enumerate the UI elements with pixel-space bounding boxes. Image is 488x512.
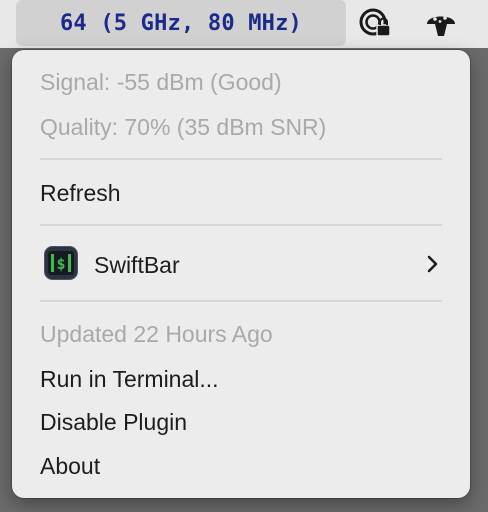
signal-info: Signal: -55 dBm (Good) — [40, 69, 282, 95]
chevron-right-icon — [427, 255, 438, 273]
swiftbar-submenu-item[interactable]: SwiftBar — [94, 250, 180, 280]
refresh-menu-item[interactable]: Refresh — [40, 178, 121, 208]
swiftbar-app-icon: $ — [44, 246, 78, 280]
mushroom-icon[interactable] — [424, 6, 458, 40]
menu-separator — [40, 300, 442, 302]
updated-info: Updated 22 Hours Ago — [40, 321, 273, 347]
swiftbar-submenu-label: SwiftBar — [94, 252, 180, 278]
menu-bar: 64 (5 GHz, 80 MHz) — [0, 0, 488, 48]
quality-info: Quality: 70% (35 dBm SNR) — [40, 114, 327, 140]
menu-separator — [40, 158, 442, 160]
privacy-lock-icon[interactable] — [358, 6, 392, 40]
svg-text:$: $ — [56, 255, 65, 273]
wifi-status-text: 64 (5 GHz, 80 MHz) — [59, 10, 302, 36]
run-in-terminal-menu-item[interactable]: Run in Terminal... — [40, 364, 219, 394]
plugin-dropdown-menu: Signal: -55 dBm (Good) Quality: 70% (35 … — [12, 50, 470, 498]
wifi-status-item[interactable]: 64 (5 GHz, 80 MHz) — [16, 0, 346, 46]
disable-plugin-menu-item[interactable]: Disable Plugin — [40, 407, 187, 437]
about-menu-item[interactable]: About — [40, 451, 100, 481]
menu-separator — [40, 224, 442, 226]
